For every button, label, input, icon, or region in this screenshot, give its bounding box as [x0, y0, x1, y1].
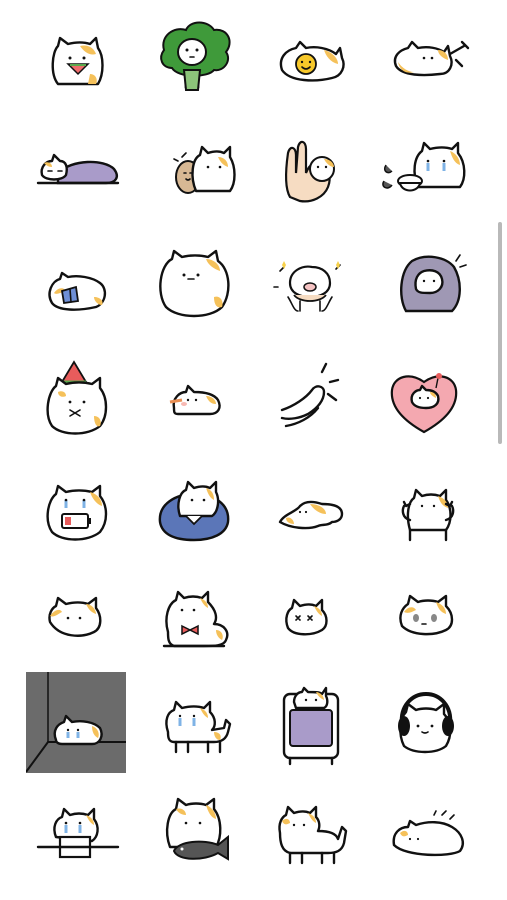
sticker-cat-in-broccoli[interactable] — [134, 2, 250, 115]
vertical-scrollbar[interactable] — [498, 222, 502, 444]
sticker-cat-crying-box[interactable] — [18, 787, 134, 900]
sticker-cat-lying-blush[interactable] — [134, 346, 250, 459]
sticker-cat-wrapped-blanket[interactable] — [366, 231, 482, 344]
sticker-cat-face-sparkle[interactable] — [250, 574, 366, 687]
sticker-cat-headphones[interactable] — [366, 672, 482, 785]
sticker-cat-pointing[interactable] — [366, 2, 482, 115]
sticker-cat-round-blob[interactable] — [134, 231, 250, 344]
sticker-cat-sleeping-lump[interactable] — [366, 787, 482, 900]
sticker-cat-in-tv[interactable] — [250, 672, 366, 785]
sticker-cat-sleeping-blanket[interactable] — [18, 117, 134, 230]
sticker-cat-walking[interactable] — [250, 787, 366, 900]
sticker-pig-cat-held-hands[interactable] — [250, 231, 366, 344]
sticker-cat-in-heart[interactable] — [366, 346, 482, 459]
sticker-cat-face-smile[interactable] — [18, 574, 134, 687]
sticker-cat-face-grumpy[interactable] — [366, 574, 482, 687]
sticker-paw-wave[interactable] — [250, 346, 366, 459]
sticker-cat-hugging-fish[interactable] — [134, 787, 250, 900]
sticker-cat-crying-walking[interactable] — [134, 672, 250, 785]
sticker-cat-hugging-potato[interactable] — [134, 117, 250, 230]
sticker-cat-in-dark-corner[interactable] — [26, 672, 126, 773]
sticker-cat-arms-up[interactable] — [366, 460, 482, 573]
sticker-cat-eating-watermelon[interactable] — [18, 2, 134, 115]
sticker-cat-fried-egg[interactable] — [250, 2, 366, 115]
sticker-cat-low-battery[interactable] — [18, 460, 134, 573]
sticker-cat-with-bow[interactable] — [134, 574, 250, 687]
sticker-cat-crying-bowl[interactable] — [366, 117, 482, 230]
sticker-cat-watermelon-hat[interactable] — [18, 346, 134, 459]
sticker-cat-melted-puddle[interactable] — [250, 460, 366, 573]
sticker-cat-reading-book[interactable] — [18, 231, 134, 344]
sticker-cat-in-blue-shirt[interactable] — [134, 460, 250, 573]
sticker-hand-holding-cat[interactable] — [250, 117, 366, 230]
